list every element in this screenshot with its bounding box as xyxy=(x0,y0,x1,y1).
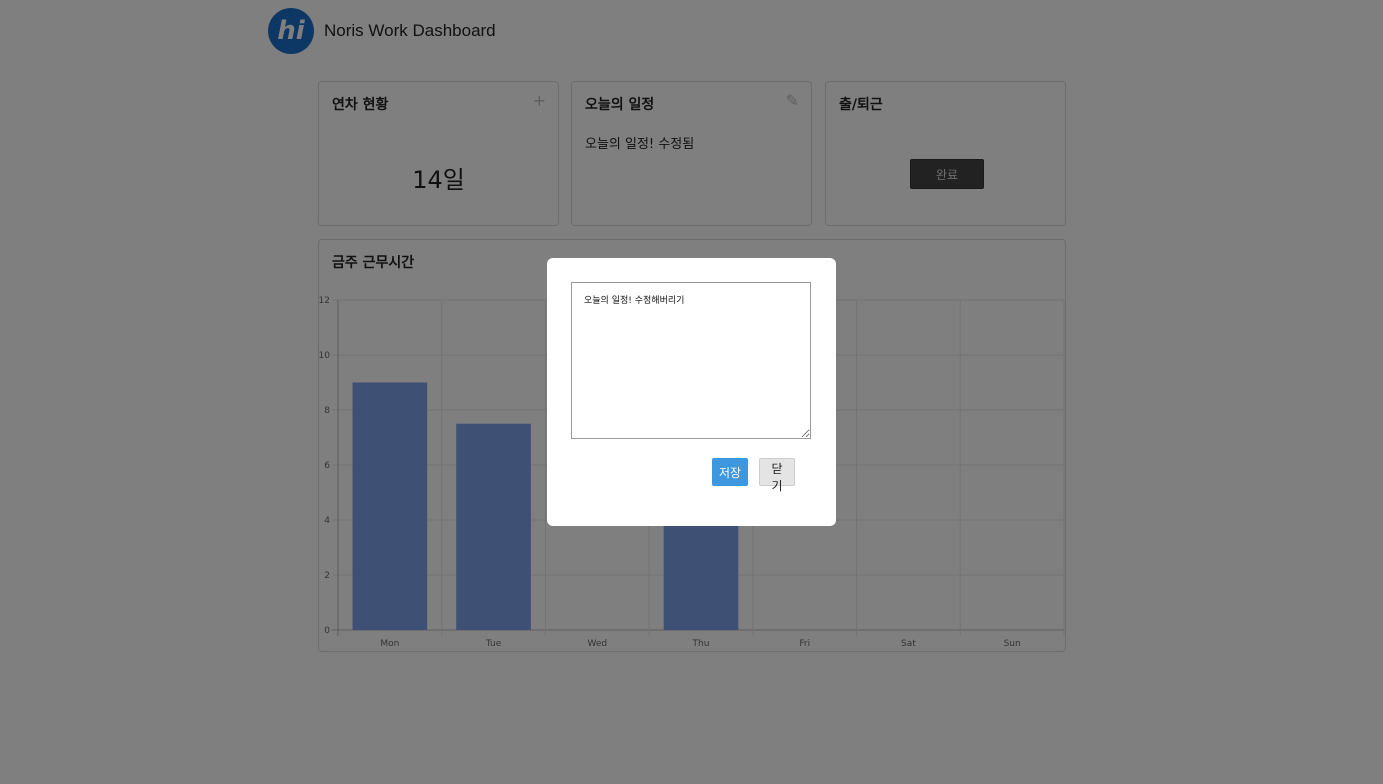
dashboard-page: hi Noris Work Dashboard 연차 현황 + 14일 오늘의 … xyxy=(0,0,1383,784)
edit-schedule-modal: 오늘의 일정! 수정해버리기 저장 닫기 xyxy=(547,258,836,526)
close-button[interactable]: 닫기 xyxy=(759,458,795,493)
schedule-textarea[interactable]: 오늘의 일정! 수정해버리기 xyxy=(571,282,811,439)
save-button[interactable]: 저장 xyxy=(712,458,748,486)
